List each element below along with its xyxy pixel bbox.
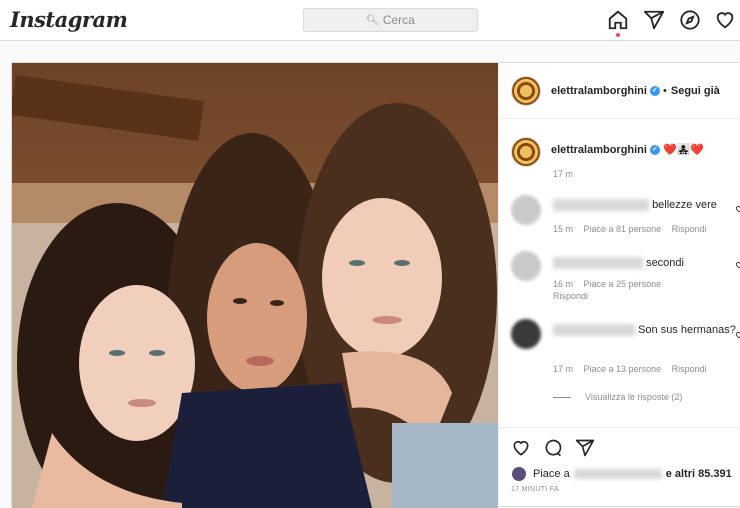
liker-avatar[interactable] — [511, 466, 527, 482]
comment-like-icon[interactable] — [735, 331, 740, 339]
like-icon[interactable] — [511, 438, 531, 458]
notification-dot — [616, 33, 620, 37]
post-timestamp[interactable]: 17 MINUTI FA — [511, 486, 559, 493]
verified-icon: ✓ — [649, 86, 660, 97]
comment-text: Son sus hermanas? — [638, 324, 736, 336]
liked-by-prefix: Piace a — [533, 468, 570, 480]
commenter-avatar[interactable] — [511, 319, 541, 349]
post-actions: Piace a e altri 85.391 17 MINUTI FA — [499, 427, 740, 508]
comment-like-icon[interactable] — [735, 205, 740, 213]
search-icon: 🔍︎ — [366, 14, 379, 26]
comment-likes[interactable]: Piace a 25 persone — [584, 279, 662, 289]
commenter-avatar[interactable] — [511, 251, 541, 281]
comment-text-row: secondi — [553, 256, 684, 270]
comment-time[interactable]: 16 m — [553, 279, 573, 289]
view-replies-text[interactable]: Visualizza le risposte (2) — [585, 392, 682, 402]
comment-time[interactable]: 15 m — [553, 224, 573, 234]
share-icon[interactable] — [575, 438, 595, 458]
instagram-logo[interactable]: Instagram — [10, 7, 128, 32]
reply-button[interactable]: Rispondi — [672, 364, 707, 374]
comment-icon[interactable] — [543, 438, 563, 458]
search-placeholder: Cerca — [382, 13, 415, 27]
post-sidebar: elettralamborghini ✓ • Segui già elettrala… — [498, 63, 740, 508]
follow-status[interactable]: • Segui già — [663, 85, 720, 97]
caption-emojis: ❤️👩‍👧‍👧❤️ — [662, 144, 705, 156]
caption-author[interactable]: elettralamborghini ✓ ❤️👩‍👧‍👧❤️ — [551, 143, 704, 156]
verified-icon: ✓ — [649, 145, 660, 156]
post-header: elettralamborghini ✓ • Segui già — [499, 63, 740, 119]
comment-likes[interactable]: Piace a 13 persone — [584, 364, 662, 374]
commenter-name-blurred[interactable] — [553, 324, 635, 337]
comment-item: Son sus hermanas? 17 m Piace a 13 person… — [511, 319, 740, 379]
caption-avatar[interactable] — [511, 137, 541, 167]
home-icon[interactable] — [607, 9, 629, 31]
follow-status-text[interactable]: Segui già — [671, 85, 720, 97]
activity-icon[interactable] — [714, 9, 736, 31]
commenter-avatar[interactable] — [511, 195, 541, 225]
direct-icon[interactable] — [643, 9, 665, 31]
caption-author-text[interactable]: elettralamborghini — [551, 144, 647, 156]
author-avatar[interactable] — [511, 76, 541, 106]
comment-meta: 15 m Piace a 81 persone Rispondi — [553, 224, 715, 234]
reply-button[interactable]: Rispondi — [553, 291, 588, 301]
comment-time[interactable]: 17 m — [553, 364, 573, 374]
comment-likes[interactable]: Piace a 81 persone — [584, 224, 662, 234]
comment-text: secondi — [646, 257, 684, 269]
explore-icon[interactable] — [679, 9, 701, 31]
top-navigation-bar: Instagram 🔍︎ Cerca — [0, 0, 740, 41]
comment-meta-reply: Rispondi — [553, 291, 596, 301]
likes-count[interactable]: e altri 85.391 — [666, 468, 732, 480]
comment-item: bellezze vere 15 m Piace a 81 persone Ri… — [511, 195, 740, 240]
search-box[interactable]: 🔍︎ Cerca — [303, 8, 478, 32]
commenter-name-blurred[interactable] — [553, 257, 643, 270]
comment-text: bellezze vere — [652, 199, 717, 211]
comment-meta: 16 m Piace a 25 persone — [553, 279, 669, 289]
liker-name-blurred[interactable] — [573, 469, 662, 479]
post-photo[interactable] — [12, 63, 498, 508]
comment-text-row: bellezze vere — [553, 198, 717, 212]
caption-time[interactable]: 17 m — [553, 169, 573, 179]
reply-button[interactable]: Rispondi — [672, 224, 707, 234]
comment-item: secondi 16 m Piace a 25 persone Rispondi — [511, 251, 740, 301]
comment-like-icon[interactable] — [735, 261, 740, 269]
commenter-name-blurred[interactable] — [553, 199, 649, 212]
comment-meta: 17 m Piace a 13 persone Rispondi — [553, 364, 715, 374]
comment-text-row: Son sus hermanas? — [553, 323, 738, 337]
post-card: elettralamborghini ✓ • Segui già elettrala… — [11, 62, 740, 508]
author-username[interactable]: elettralamborghini ✓ — [551, 85, 660, 97]
author-username-text[interactable]: elettralamborghini — [551, 85, 647, 97]
replies-divider — [553, 397, 571, 399]
view-replies-link[interactable]: Visualizza le risposte (2) — [553, 392, 682, 402]
likes-summary: Piace a e altri 85.391 — [511, 466, 732, 482]
